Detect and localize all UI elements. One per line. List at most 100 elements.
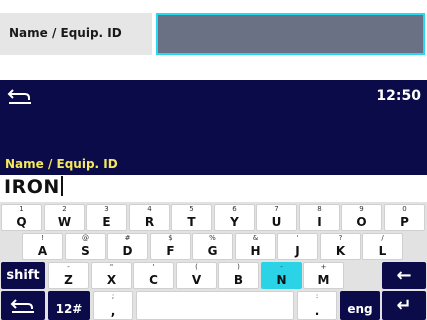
key-a[interactable]: ! A: [22, 233, 63, 260]
field-row: Name / Equip. ID: [0, 0, 427, 68]
key-main-label: C: [149, 273, 158, 287]
shift-key-label: shift: [6, 268, 40, 283]
key-main-label: F: [166, 244, 175, 258]
clock: 12:50: [376, 88, 421, 104]
language-key[interactable]: eng: [340, 291, 380, 320]
header: 12:50 Name / Equip. ID: [0, 80, 427, 176]
key-sub-label: (: [195, 263, 198, 271]
language-key-label: eng: [347, 301, 373, 316]
space-key[interactable]: [136, 291, 294, 320]
name-equip-id-field[interactable]: [156, 13, 425, 55]
key-sub-label: 7: [274, 205, 279, 213]
backspace-arrow-icon: ←: [396, 265, 412, 286]
key-c[interactable]: ' C: [133, 262, 174, 289]
keyboard: shift ← 12# ; , : . eng ↵ 1Q 2 W 3 E 4 R…: [0, 202, 427, 320]
return-arrow-icon: [7, 89, 31, 104]
input-prompt: Name / Equip. ID: [5, 157, 118, 171]
key-main-label: Q: [16, 215, 27, 229]
exit-keyboard-key[interactable]: [1, 291, 45, 320]
comma-key-main: ,: [110, 304, 116, 318]
key-sub-label: +: [320, 263, 327, 271]
key-k[interactable]: ? K: [320, 233, 361, 260]
key-e[interactable]: 3E: [86, 204, 127, 231]
key-sub-label: &: [252, 234, 259, 242]
key-main-label: S: [81, 244, 90, 258]
key-u[interactable]: 7U: [256, 204, 297, 231]
key-main-label: W: [57, 215, 72, 229]
key-main-label: E: [102, 215, 111, 229]
key-main-label: T: [187, 215, 196, 229]
key-x[interactable]: " X: [91, 262, 132, 289]
backspace-key[interactable]: ←: [382, 262, 426, 289]
key-s[interactable]: @ S: [65, 233, 106, 260]
key-sub-label: 6: [232, 205, 237, 213]
key-z[interactable]: -Z: [48, 262, 89, 289]
key-sub-label: 2: [62, 205, 67, 213]
key-b[interactable]: ) B: [218, 262, 259, 289]
key-sub-label: 4: [147, 205, 152, 213]
key-sub-label: ': [152, 263, 155, 271]
key-f[interactable]: $ F: [150, 233, 191, 260]
key-main-label: B: [233, 273, 244, 287]
shift-key[interactable]: shift: [1, 262, 45, 289]
input-text: IRON: [4, 176, 63, 198]
key-main-label: I: [317, 215, 322, 229]
symbols-key-label: 12#: [55, 301, 83, 316]
period-key-sub: :: [315, 292, 319, 300]
key-j[interactable]: ' J: [277, 233, 318, 260]
period-key-main: .: [314, 304, 320, 318]
key-y[interactable]: 6Y: [214, 204, 255, 231]
key-o[interactable]: 9O: [341, 204, 382, 231]
key-main-label: K: [335, 244, 346, 258]
key-sub-label: 0: [402, 205, 407, 213]
enter-icon: ↵: [396, 295, 412, 316]
key-m[interactable]: + M: [303, 262, 344, 289]
on-screen-keyboard-panel: 12:50 Name / Equip. ID IRON shift ← 12# …: [0, 80, 427, 320]
symbols-key[interactable]: 12#: [48, 291, 90, 320]
key-sub-label: ): [237, 263, 240, 271]
key-sub-label: 9: [359, 205, 364, 213]
key-v[interactable]: (V: [176, 262, 217, 289]
key-r[interactable]: 4R: [129, 204, 170, 231]
key-sub-label: #: [124, 234, 131, 242]
key-sub-label: !: [41, 234, 44, 242]
key-sub-label: @: [82, 234, 89, 242]
key-l[interactable]: / L: [362, 233, 403, 260]
key-main-label: Z: [64, 273, 73, 287]
key-p[interactable]: 0P: [384, 204, 425, 231]
key-w[interactable]: 2W: [44, 204, 85, 231]
back-button[interactable]: [7, 86, 33, 106]
key-sub-label: $: [168, 234, 173, 242]
key-main-label: A: [37, 244, 48, 258]
key-main-label: D: [122, 244, 133, 258]
key-main-label: P: [400, 215, 409, 229]
key-main-label: M: [317, 273, 330, 287]
key-sub-label: -: [67, 263, 70, 271]
key-d[interactable]: # D: [107, 233, 148, 260]
key-sub-label: %: [209, 234, 216, 242]
key-main-label: H: [250, 244, 261, 258]
key-sub-label: ?: [338, 234, 343, 242]
key-i[interactable]: 8I: [299, 204, 340, 231]
enter-key[interactable]: ↵: [382, 291, 426, 320]
key-sub-label: 3: [104, 205, 109, 213]
text-input-line[interactable]: IRON: [0, 175, 427, 202]
field-label-box: Name / Equip. ID: [0, 13, 152, 55]
input-value: IRON: [4, 176, 60, 198]
comma-key[interactable]: ; ,: [93, 291, 133, 320]
key-g[interactable]: % G: [192, 233, 233, 260]
key-main-label: L: [378, 244, 387, 258]
key-q[interactable]: 1Q: [1, 204, 42, 231]
key-main-label: N: [276, 273, 287, 287]
key-t[interactable]: 5T: [171, 204, 212, 231]
key-main-label: U: [271, 215, 282, 229]
key-main-label: R: [144, 215, 155, 229]
key-sub-label: /: [381, 234, 384, 242]
key-main-label: J: [295, 244, 300, 258]
key-main-label: Y: [230, 215, 239, 229]
key-sub-label: -: [280, 263, 283, 271]
key-n[interactable]: -N: [261, 262, 302, 289]
key-h[interactable]: & H: [235, 233, 276, 260]
key-sub-label: ": [109, 263, 114, 271]
period-key[interactable]: : .: [297, 291, 337, 320]
